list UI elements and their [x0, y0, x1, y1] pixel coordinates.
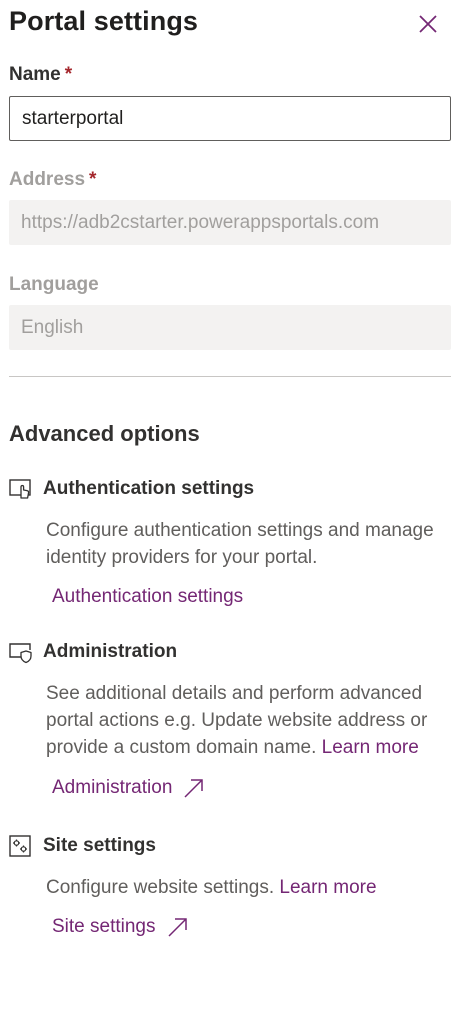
name-input[interactable]: starterportal	[9, 96, 451, 141]
close-button[interactable]	[414, 10, 442, 38]
panel-title: Portal settings	[9, 6, 199, 36]
authentication-settings-link[interactable]: Authentication settings	[52, 586, 243, 608]
site-settings-description: Configure website settings. Learn more	[46, 874, 456, 901]
address-field: https://adb2cstarter.powerappsportals.co…	[9, 200, 451, 245]
external-link-icon	[184, 779, 204, 798]
language-label: Language	[9, 274, 99, 295]
divider	[9, 376, 451, 377]
advanced-options-heading: Advanced options	[9, 421, 200, 446]
administration-link[interactable]: Administration	[52, 776, 206, 800]
close-icon	[419, 15, 437, 33]
required-mark: *	[64, 64, 73, 85]
external-link-icon	[167, 918, 187, 937]
site-settings-description-text: Configure website settings.	[46, 877, 275, 898]
portal-settings-panel: Portal settings Name * starterportal Addr…	[0, 0, 474, 1024]
authentication-settings-title: Authentication settings	[43, 478, 255, 499]
administration-description: See additional details and perform advan…	[46, 680, 456, 761]
authentication-settings-description: Configure authentication settings and ma…	[46, 520, 434, 568]
administration-learn-more-link[interactable]: Learn more	[322, 737, 419, 758]
site-settings-icon	[9, 835, 31, 857]
name-label: Name *	[9, 64, 72, 86]
language-field: English	[9, 305, 451, 350]
name-label-text: Name	[9, 64, 61, 85]
site-settings-learn-more-link[interactable]: Learn more	[279, 877, 376, 898]
address-label-text: Address	[9, 169, 86, 190]
site-settings-title: Site settings	[43, 835, 156, 856]
authentication-icon	[9, 479, 31, 499]
administration-icon	[9, 643, 32, 664]
required-mark: *	[89, 169, 97, 190]
administration-title: Administration	[43, 641, 178, 662]
address-label: Address *	[9, 169, 96, 191]
site-settings-link-label: Site settings	[52, 916, 156, 937]
administration-link-label: Administration	[52, 777, 173, 798]
site-settings-link[interactable]: Site settings	[52, 915, 190, 939]
